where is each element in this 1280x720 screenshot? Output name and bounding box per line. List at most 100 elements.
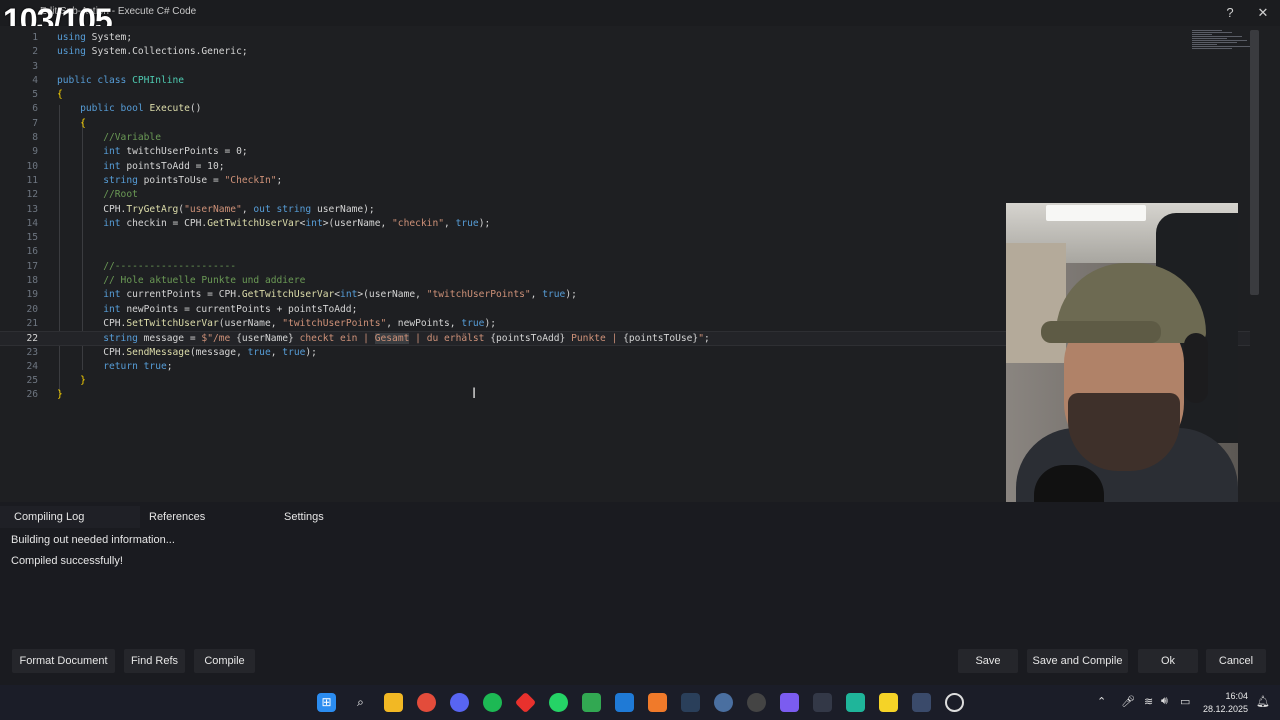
streamerbot-icon[interactable] (780, 693, 799, 712)
steam-icon[interactable] (681, 693, 700, 712)
chrome-icon[interactable] (417, 693, 436, 712)
code-text: //Root (103, 189, 138, 201)
code-text: int currentPoints = CPH.GetTwitchUserVar… (103, 289, 577, 301)
line-number: 9 (32, 146, 38, 158)
tab-settings[interactable]: Settings (270, 506, 338, 528)
line-number: 19 (26, 289, 38, 301)
code-text: return true; (103, 360, 173, 372)
code-text: { (57, 89, 63, 101)
compile-button[interactable]: Compile (194, 649, 255, 673)
code-text: int pointsToAdd = 10; (103, 160, 225, 172)
taskbar: ⊞ ⌕ ⌃ 🎤︎ ≋ 🔊︎ ▭ 16:04 28.12.2025 🔔︎ (0, 685, 1280, 720)
text-cursor-icon: I (472, 386, 477, 402)
line-number: 18 (26, 275, 38, 287)
whatsapp-icon[interactable] (549, 693, 568, 712)
log-line: Compiled successfully! (11, 555, 123, 567)
save-button[interactable]: Save (958, 649, 1018, 673)
code-text: } (57, 389, 63, 401)
code-line[interactable]: 2 using System.Collections.Generic; (0, 45, 1250, 59)
app-diamond-icon[interactable] (514, 691, 537, 714)
code-text: public class CPHInline (57, 74, 185, 86)
notepad-icon[interactable] (582, 693, 601, 712)
line-number: 24 (26, 360, 38, 372)
vertical-scrollbar[interactable] (1250, 30, 1259, 295)
line-number: 22 (26, 333, 38, 345)
wifi-icon[interactable]: ≋ (1144, 695, 1153, 708)
app-audio-icon[interactable] (813, 693, 832, 712)
line-number: 17 (26, 260, 38, 272)
line-number: 15 (26, 232, 38, 244)
bottom-panel: Compiling Log References Settings Buildi… (0, 502, 1280, 685)
format-document-button[interactable]: Format Document (12, 649, 115, 673)
code-line[interactable]: 12 //Root (0, 188, 1250, 202)
code-line[interactable]: 1 using System; (0, 31, 1250, 45)
code-text: } (80, 375, 86, 387)
help-button[interactable]: ? (1221, 4, 1239, 22)
tab-compiling-log[interactable]: Compiling Log (0, 506, 140, 528)
sticky-notes-icon[interactable] (879, 693, 898, 712)
webcam-overlay (1006, 203, 1238, 518)
line-number: 3 (32, 60, 38, 72)
code-text: { (80, 117, 86, 129)
code-line[interactable]: 11 string pointsToUse = "CheckIn"; (0, 174, 1250, 188)
code-line[interactable]: 7 { (0, 117, 1250, 131)
line-number: 23 (26, 346, 38, 358)
code-line[interactable]: 6 public bool Execute() (0, 102, 1250, 116)
code-text: using System; (57, 32, 133, 43)
line-number: 12 (26, 189, 38, 201)
code-text: public bool Execute() (80, 103, 202, 115)
line-number: 20 (26, 303, 38, 315)
tab-references[interactable]: References (135, 506, 219, 528)
chatgpt-icon[interactable] (945, 693, 964, 712)
app-wave-icon[interactable] (846, 693, 865, 712)
line-number: 14 (26, 217, 38, 229)
code-line[interactable]: 9 int twitchUserPoints = 0; (0, 145, 1250, 159)
obs-icon[interactable] (747, 693, 766, 712)
code-text: CPH.SendMessage(message, true, true); (57, 346, 317, 358)
battery-icon[interactable]: ▭ (1180, 695, 1190, 708)
line-number: 10 (26, 160, 38, 172)
code-text: string pointsToUse = "CheckIn"; (103, 174, 283, 186)
line-number: 6 (32, 103, 38, 115)
code-text: CPH.SetTwitchUserVar(userName, "twitchUs… (57, 317, 497, 329)
line-number: 1 (32, 32, 38, 43)
chevron-up-icon[interactable]: ⌃ (1097, 695, 1106, 708)
line-number: 16 (26, 246, 38, 258)
clock[interactable]: 16:04 28.12.2025 (1200, 690, 1248, 716)
close-button[interactable]: ✕ (1254, 4, 1272, 22)
volume-icon[interactable]: 🔊︎ (1161, 695, 1168, 708)
discord-icon[interactable] (450, 693, 469, 712)
start-icon[interactable]: ⊞ (317, 693, 336, 712)
microphone-icon[interactable]: 🎤︎ (1121, 695, 1135, 708)
line-number: 13 (26, 203, 38, 215)
code-line[interactable]: 8 //Variable (0, 131, 1250, 145)
code-line[interactable]: 3 (0, 60, 1250, 74)
code-text: CPH.TryGetArg("userName", out string use… (57, 203, 375, 215)
code-line[interactable]: 10 int pointsToAdd = 10; (0, 160, 1250, 174)
code-text: //Variable (103, 132, 161, 144)
app-globe-icon[interactable] (714, 693, 733, 712)
line-number: 7 (32, 117, 38, 129)
code-line[interactable]: 4 public class CPHInline (0, 74, 1250, 88)
app-window-icon[interactable] (912, 693, 931, 712)
save-and-compile-button[interactable]: Save and Compile (1027, 649, 1128, 673)
clock-date: 28.12.2025 (1202, 704, 1248, 714)
line-number: 11 (26, 174, 38, 186)
ok-button[interactable]: Ok (1138, 649, 1198, 673)
search-icon[interactable]: ⌕ (351, 693, 370, 712)
notification-icon[interactable]: 🔔︎ (1256, 695, 1270, 708)
file-explorer-icon[interactable] (384, 693, 403, 712)
line-number: 21 (26, 317, 38, 329)
code-text: // Hole aktuelle Punkte und addiere (103, 275, 306, 287)
code-text: using System.Collections.Generic; (57, 46, 248, 58)
cancel-button[interactable]: Cancel (1206, 649, 1266, 673)
find-refs-button[interactable]: Find Refs (124, 649, 185, 673)
code-line[interactable]: 5{ (0, 88, 1250, 102)
code-text: //--------------------- (103, 260, 237, 272)
code-text: int twitchUserPoints = 0; (103, 146, 248, 158)
spotify-icon[interactable] (483, 693, 502, 712)
vscode-icon[interactable] (615, 693, 634, 712)
code-text: int checkin = CPH.GetTwitchUserVar<int>(… (103, 217, 491, 229)
app-a-icon[interactable] (648, 693, 667, 712)
code-text: string message = $"/me {userName} checkt… (103, 333, 710, 345)
